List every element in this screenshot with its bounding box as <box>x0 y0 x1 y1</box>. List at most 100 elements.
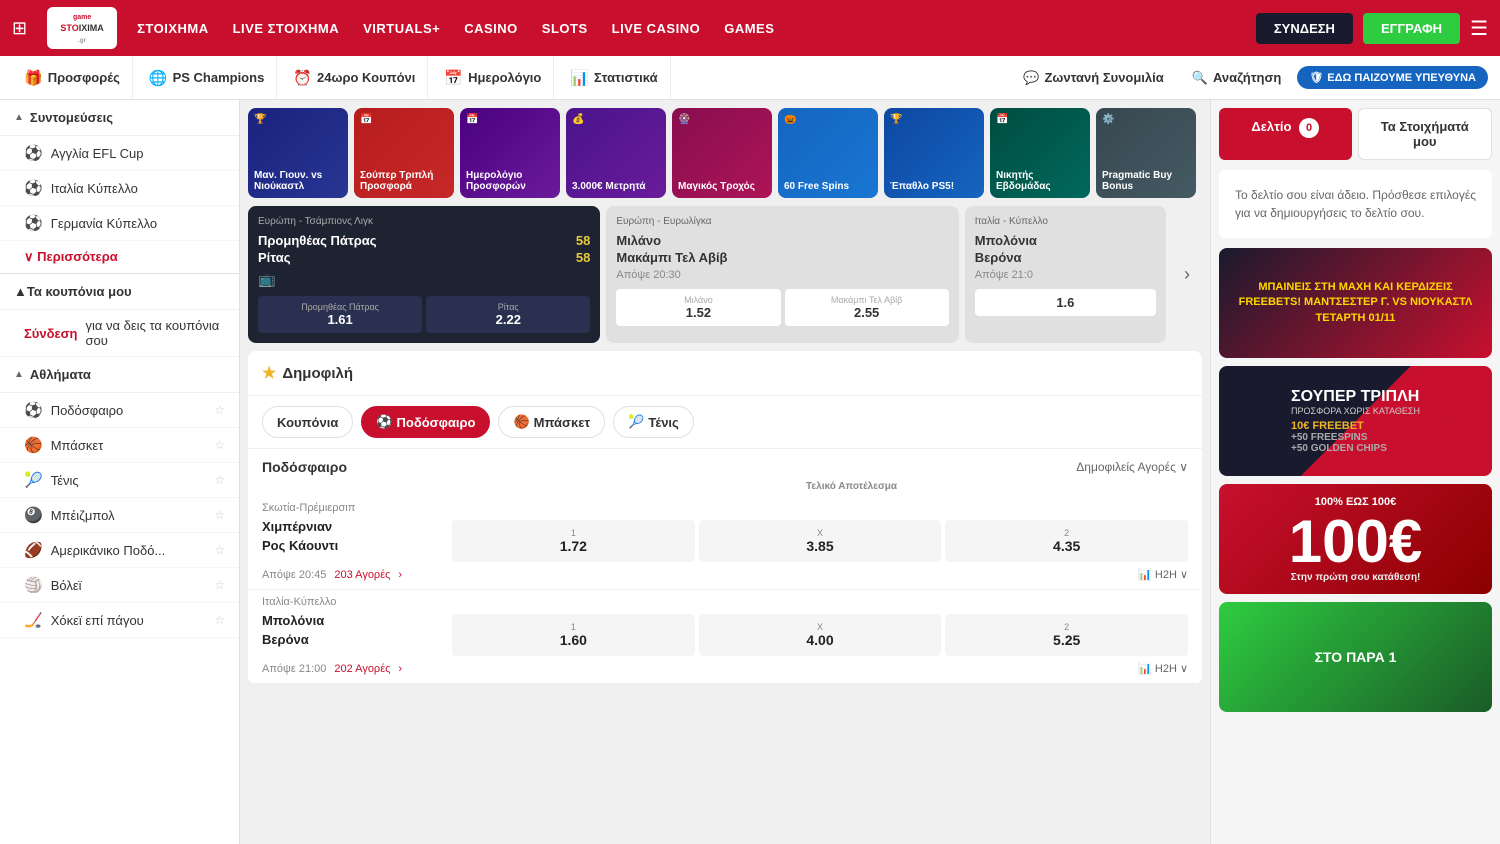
betslip-tab-my-bets[interactable]: Τα Στοιχήματά μου <box>1358 108 1493 160</box>
sidebar-item-american-football[interactable]: 🏈 Αμερικάνικο Ποδό... ☆ <box>0 533 239 568</box>
odd-button-0[interactable]: Προμηθέας Πάτρας 1.61 <box>258 296 422 333</box>
promo-icon-2: 📅 <box>466 114 478 125</box>
h2h-chart-icon: 📊 <box>1138 662 1152 675</box>
gift-icon: 🎁 <box>24 69 43 87</box>
sidebar-item-germany-cup[interactable]: ⚽ Γερμανία Κύπελλο <box>0 206 239 241</box>
sports-header[interactable]: ▲ Αθλήματα <box>0 357 239 393</box>
odd-button-0[interactable]: Μιλάνο 1.52 <box>616 289 780 326</box>
sidebar-item-basketball[interactable]: 🏀 Μπάσκετ ☆ <box>0 428 239 463</box>
nav-live-stoixima[interactable]: LIVE ΣΤΟΙΧΗΜΑ <box>233 21 340 36</box>
odd-button-1[interactable]: Ρίτας 2.22 <box>426 296 590 333</box>
tab-basketball[interactable]: 🏀 Μπάσκετ <box>498 406 605 438</box>
calendar-nav-item[interactable]: 📅 Ημερολόγιο <box>432 56 554 99</box>
h2h-button-0[interactable]: 📊 H2H ∨ <box>1138 568 1188 581</box>
live-match-card-2: Ιταλία - Κύπελλο Μπολόνια Βερόνα Απόψε 2… <box>965 206 1166 343</box>
promo-icon-0: 🏆 <box>254 114 266 125</box>
promo-card-calendar[interactable]: 📅 Ημερολόγιο Προσφορών <box>460 108 560 198</box>
register-button[interactable]: ΕΓΓΡΑΦΗ <box>1363 13 1460 44</box>
odd-cell-x-0[interactable]: Χ 3.85 <box>699 520 942 562</box>
more-button[interactable]: ∨ Περισσότερα <box>0 241 239 273</box>
football-tab-icon: ⚽ <box>376 414 392 430</box>
right-panel: Δελτίο 0 Τα Στοιχήματά μου Το δελτίο σου… <box>1210 100 1500 844</box>
logo-area[interactable]: game STOIXIMA .gr <box>47 7 117 49</box>
nav-slots[interactable]: SLOTS <box>542 21 588 36</box>
sidebar-item-england-efl[interactable]: ⚽ Αγγλία EFL Cup <box>0 136 239 171</box>
toggle-icon: ▲ <box>14 112 24 123</box>
markets-count-0[interactable]: 203 Αγορές <box>334 569 390 581</box>
promo-icon-5: 🎃 <box>784 114 796 125</box>
right-banner-para1[interactable]: ΣΤΟ ΠΑΡΑ 1 <box>1219 602 1492 712</box>
sidebar-item-hockey[interactable]: 🏒 Χόκεϊ επί πάγου ☆ <box>0 603 239 638</box>
odd-button-0[interactable]: 1.6 <box>975 289 1156 316</box>
match-time: Απόψε 21:0 <box>975 269 1156 281</box>
odd-cell-x-1[interactable]: Χ 4.00 <box>699 614 942 656</box>
tab-football[interactable]: ⚽ Ποδόσφαιρο <box>361 406 490 438</box>
nav-live-casino[interactable]: LIVE CASINO <box>612 21 701 36</box>
odd-cell-1-1[interactable]: 1 1.60 <box>452 614 695 656</box>
stats-nav-item[interactable]: 📊 Στατιστικά <box>558 56 670 99</box>
nav-games[interactable]: GAMES <box>724 21 774 36</box>
markets-arrow-0[interactable]: › <box>398 569 402 581</box>
right-banner-triple[interactable]: ΣΟΥΠΕΡ ΤΡΙΠΛΗ ΠΡΟΣΦΟΡΑ ΧΩΡΙΣ ΚΑΤΑΘΕΣΗ 10… <box>1219 366 1492 476</box>
login-prompt[interactable]: Σύνδεση για να δεις τα κουπόνια σου <box>0 310 239 357</box>
matches-next-arrow[interactable]: › <box>1172 206 1202 343</box>
hamburger-icon[interactable]: ☰ <box>1470 16 1488 41</box>
tab-tennis[interactable]: 🎾 Τένις <box>613 406 694 438</box>
live-matches-strip: Ευρώπη - Τσάμπιονς Λιγκ Προμηθέας Πάτρας… <box>240 206 1210 351</box>
tab-coupons[interactable]: Κουπόνια <box>262 406 353 438</box>
search-item[interactable]: 🔍 Αναζήτηση <box>1180 70 1294 86</box>
sidebar-item-baseball[interactable]: 🎱 Μπέιζμπολ ☆ <box>0 498 239 533</box>
shortcuts-header[interactable]: ▲ Συντομεύσεις <box>0 100 239 136</box>
promo-icon-6: 🏆 <box>890 114 902 125</box>
ps-champions-nav-item[interactable]: 🌐 PS Champions <box>137 56 277 99</box>
popular-markets-label[interactable]: Δημοφιλείς Αγορές ∨ <box>1076 460 1188 474</box>
promo-next-arrow[interactable]: › <box>1202 108 1210 198</box>
right-banner-ps[interactable]: ΜΠΑΙΝΕΙΣ ΣΤΗ ΜΑΧΗ ΚΑΙ ΚΕΡΔΙΖΕΙΣ FREEBETS… <box>1219 248 1492 358</box>
favorite-icon: ☆ <box>214 508 225 522</box>
my-coupons-header[interactable]: ▲ Τα κουπόνια μου <box>0 273 239 310</box>
odd-cell-1-0[interactable]: 1 1.72 <box>452 520 695 562</box>
tennis-tab-icon: 🎾 <box>628 414 644 430</box>
markets-count-1[interactable]: 202 Αγορές <box>334 663 390 675</box>
live-match-card-0: Ευρώπη - Τσάμπιονς Λιγκ Προμηθέας Πάτρας… <box>248 206 600 343</box>
sidebar-item-football[interactable]: ⚽ Ποδόσφαιρο ☆ <box>0 393 239 428</box>
offers-nav-item[interactable]: 🎁 Προσφορές <box>12 56 133 99</box>
section-title: Ποδόσφαιρο <box>262 459 347 475</box>
team-row-2: Μακάμπι Τελ Αβίβ <box>616 250 948 265</box>
nav-casino[interactable]: CASINO <box>464 21 518 36</box>
promo-card-ps-champions[interactable]: 🏆 Μαν. Γιουν. vs Νιούκαστλ <box>248 108 348 198</box>
promo-card-ps5[interactable]: 🏆 Έπαθλο PS5! <box>884 108 984 198</box>
odd-button-1[interactable]: Μακάμπι Τελ Αβίβ 2.55 <box>785 289 949 326</box>
odd-cell-2-1[interactable]: 2 5.25 <box>945 614 1188 656</box>
grid-icon[interactable]: ⊞ <box>12 18 27 39</box>
coupon-24h-nav-item[interactable]: ⏰ 24ωρο Κουπόνι <box>281 56 428 99</box>
calendar-icon: 📅 <box>444 69 463 87</box>
nav-virtuals[interactable]: VIRTUALS+ <box>363 21 440 36</box>
sidebar-item-italy-cup[interactable]: ⚽ Ιταλία Κύπελλο <box>0 171 239 206</box>
promo-card-magic-wheel[interactable]: 🎡 Μαγικός Τροχός <box>672 108 772 198</box>
popular-header: ★ Δημοφιλή <box>248 351 1202 396</box>
secondary-navigation: 🎁 Προσφορές 🌐 PS Champions ⏰ 24ωρο Κουπό… <box>0 56 1500 100</box>
promo-card-super-triple[interactable]: 📅 Σούπερ Τριπλή Προσφορά <box>354 108 454 198</box>
promo-card-week-winner[interactable]: 📅 Νικητής Εβδομάδας <box>990 108 1090 198</box>
nav-stoixima[interactable]: ΣΤΟΙΧΗΜΑ <box>137 21 209 36</box>
favorite-icon: ☆ <box>214 473 225 487</box>
h2h-button-1[interactable]: 📊 H2H ∨ <box>1138 662 1188 675</box>
promo-card-pragmatic[interactable]: ⚙️ Pragmatic Buy Bonus <box>1096 108 1196 198</box>
live-chat-item[interactable]: 💬 Ζωντανή Συνομιλία <box>1011 70 1176 86</box>
odd-cell-2-0[interactable]: 2 4.35 <box>945 520 1188 562</box>
score-1: 58 <box>576 233 590 248</box>
sidebar-item-tennis[interactable]: 🎾 Τένις ☆ <box>0 463 239 498</box>
toggle-icon: ▲ <box>14 369 24 380</box>
soccer-icon: ⚽ <box>24 214 43 232</box>
promo-card-free-spins[interactable]: 🎃 60 Free Spins <box>778 108 878 198</box>
betslip-tab-deltio[interactable]: Δελτίο 0 <box>1219 108 1352 160</box>
markets-arrow-1[interactable]: › <box>398 663 402 675</box>
right-banner-100[interactable]: 100% ΕΩΣ 100€ 100€ Στην πρώτη σου κατάθε… <box>1219 484 1492 594</box>
responsible-gambling-button[interactable]: 🛡 ΕΔΩ ΠΑΙΖΟΥΜΕ ΥΠΕΥΘΥΝΑ <box>1297 66 1488 89</box>
promo-card-cash[interactable]: 💰 3.000€ Μετρητά <box>566 108 666 198</box>
login-button[interactable]: ΣΥΝΔΕΣΗ <box>1256 13 1353 44</box>
favorite-icon: ☆ <box>214 613 225 627</box>
teams-col-0: Χιμπέρνιαν Ρος Κάουντι <box>262 516 442 553</box>
sidebar-item-volleyball[interactable]: 🏐 Βόλεϊ ☆ <box>0 568 239 603</box>
